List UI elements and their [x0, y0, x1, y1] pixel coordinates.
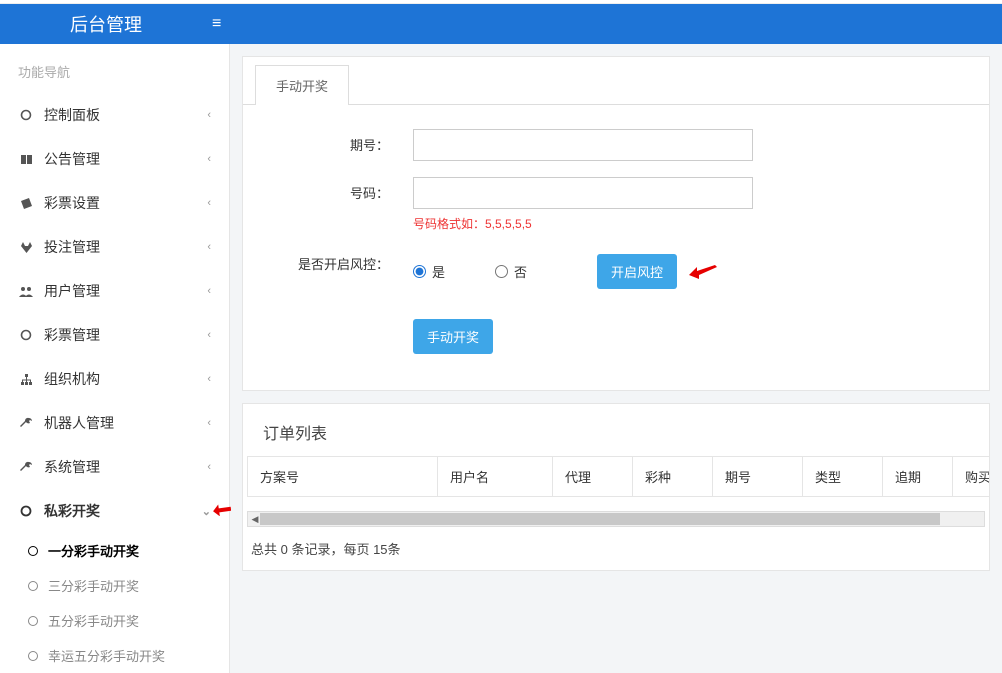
chevron-left-icon: ‹: [207, 461, 211, 473]
nav-control-panel[interactable]: 控制面板 ‹: [0, 93, 229, 137]
col-agent: 代理: [553, 457, 633, 497]
users-icon: [18, 283, 34, 299]
sub-label: 一分彩手动开奖: [48, 541, 139, 560]
chevron-down-icon: ⌄: [202, 505, 211, 518]
nav-user-management[interactable]: 用户管理 ‹: [0, 269, 229, 313]
nav-system-management[interactable]: 系统管理 ‹: [0, 445, 229, 489]
nav-robot-management[interactable]: 机器人管理 ‹: [0, 401, 229, 445]
orders-table-wrap: 方案号 用户名 代理 彩种 期号 类型 追期 购买: [243, 456, 989, 507]
circle-icon: [18, 107, 34, 123]
radio-yes[interactable]: 是: [413, 262, 445, 281]
book-icon: [18, 151, 34, 167]
chevron-left-icon: ‹: [207, 373, 211, 385]
nav-label: 彩票管理: [44, 325, 207, 345]
number-input[interactable]: [413, 177, 753, 209]
circle-icon: [28, 651, 38, 661]
col-chase: 追期: [883, 457, 953, 497]
wrench-icon: [18, 459, 34, 475]
tab-manual-draw[interactable]: 手动开奖: [255, 65, 349, 105]
chevron-left-icon: ‹: [207, 329, 211, 341]
sub-label: 五分彩手动开奖: [48, 611, 139, 630]
app-title: 后台管理: [70, 11, 142, 37]
radio-no[interactable]: 否: [495, 262, 527, 281]
col-scheme: 方案号: [248, 457, 438, 497]
nav-label: 公告管理: [44, 149, 207, 169]
col-buy: 购买: [953, 457, 990, 497]
number-hint: 号码格式如：5,5,5,5,5: [413, 215, 753, 232]
orders-panel: 订单列表 方案号 用户名 代理 彩种 期号 类型 追期 购买: [242, 403, 990, 571]
sub-item-lucky5min[interactable]: 幸运五分彩手动开奖: [10, 638, 229, 673]
orders-title: 订单列表: [243, 404, 989, 456]
radio-no-label: 否: [514, 262, 527, 281]
nav-lottery-management[interactable]: 彩票管理 ‹: [0, 313, 229, 357]
open-risk-button[interactable]: 开启风控: [597, 254, 677, 289]
radio-yes-input[interactable]: [413, 265, 426, 278]
nav-lottery-settings[interactable]: 彩票设置 ‹: [0, 181, 229, 225]
red-arrow-icon: [689, 263, 717, 281]
chevron-left-icon: ‹: [207, 153, 211, 165]
orders-table: 方案号 用户名 代理 彩种 期号 类型 追期 购买: [247, 456, 989, 497]
sub-item-5min[interactable]: 五分彩手动开奖: [10, 603, 229, 638]
sub-label: 幸运五分彩手动开奖: [48, 646, 165, 665]
scrollbar-thumb[interactable]: [260, 513, 940, 525]
circle-icon: [28, 616, 38, 626]
horizontal-scrollbar[interactable]: ◀: [247, 511, 985, 527]
risk-label: 是否开启风控：: [263, 248, 413, 273]
ticket-icon: [18, 195, 34, 211]
manual-draw-button[interactable]: 手动开奖: [413, 319, 493, 354]
nav-label: 用户管理: [44, 281, 207, 301]
form-panel: 手动开奖 期号： 号码： 号码格式如：5,5,5,5,5: [242, 56, 990, 391]
nav-organization[interactable]: 组织机构 ‹: [0, 357, 229, 401]
chevron-left-icon: ‹: [207, 241, 211, 253]
sidebar-heading: 功能导航: [0, 44, 229, 93]
sub-nav: 一分彩手动开奖 三分彩手动开奖 五分彩手动开奖 幸运五分彩手动开奖: [0, 533, 229, 673]
radio-no-input[interactable]: [495, 265, 508, 278]
chevron-left-icon: ‹: [207, 417, 211, 429]
sitemap-icon: [18, 371, 34, 387]
sidebar: 功能导航 控制面板 ‹ 公告管理 ‹ 彩票设置 ‹ 投注管理 ‹ 用户管理 ‹: [0, 44, 230, 673]
col-lottery: 彩种: [633, 457, 713, 497]
pagination-info: 总共 0 条记录，每页 15条: [243, 535, 989, 570]
main-content: 手动开奖 期号： 号码： 号码格式如：5,5,5,5,5: [230, 44, 1002, 673]
app-header: 后台管理 ≡: [0, 4, 1002, 44]
nav-label: 投注管理: [44, 237, 207, 257]
radio-yes-label: 是: [432, 262, 445, 281]
nav-label: 彩票设置: [44, 193, 207, 213]
sub-item-3min[interactable]: 三分彩手动开奖: [10, 568, 229, 603]
circle-icon: [28, 581, 38, 591]
nav-label: 私彩开奖: [44, 501, 202, 521]
wrench-icon: [18, 415, 34, 431]
circle-icon: [18, 503, 34, 519]
sub-item-1min[interactable]: 一分彩手动开奖: [10, 533, 229, 568]
nav-bet-management[interactable]: 投注管理 ‹: [0, 225, 229, 269]
nav-private-lottery[interactable]: 私彩开奖 ⌄: [0, 489, 229, 533]
gitlab-icon: [18, 239, 34, 255]
col-type: 类型: [803, 457, 883, 497]
circle-icon: [28, 546, 38, 556]
nav-label: 组织机构: [44, 369, 207, 389]
issue-input[interactable]: [413, 129, 753, 161]
red-arrow-icon: [213, 503, 231, 519]
menu-toggle-icon[interactable]: ≡: [212, 15, 221, 33]
chevron-left-icon: ‹: [207, 109, 211, 121]
col-username: 用户名: [438, 457, 553, 497]
nav-label: 机器人管理: [44, 413, 207, 433]
tabs: 手动开奖: [243, 57, 989, 105]
circle-icon: [18, 327, 34, 343]
manual-draw-form: 期号： 号码： 号码格式如：5,5,5,5,5 是否开启风控：: [243, 105, 989, 390]
col-issue: 期号: [713, 457, 803, 497]
nav-label: 系统管理: [44, 457, 207, 477]
nav-announcement[interactable]: 公告管理 ‹: [0, 137, 229, 181]
chevron-left-icon: ‹: [207, 285, 211, 297]
sub-label: 三分彩手动开奖: [48, 576, 139, 595]
chevron-left-icon: ‹: [207, 197, 211, 209]
nav-label: 控制面板: [44, 105, 207, 125]
number-label: 号码：: [263, 177, 413, 202]
issue-label: 期号：: [263, 129, 413, 154]
